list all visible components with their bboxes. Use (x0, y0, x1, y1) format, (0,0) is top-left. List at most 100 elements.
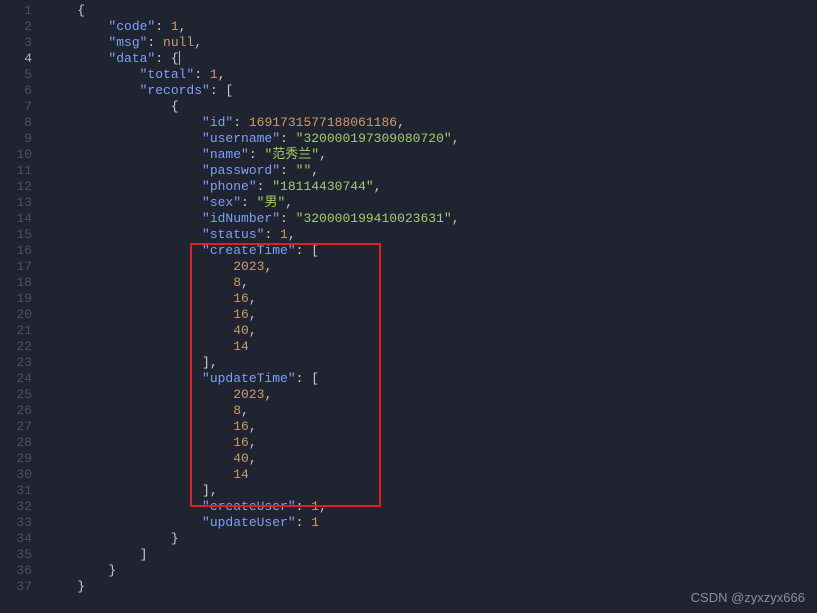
line-number: 31 (0, 483, 32, 499)
line-number: 26 (0, 403, 32, 419)
code-token: 1691731577188061186 (249, 115, 397, 130)
code-line[interactable]: "updateTime": [ (46, 371, 817, 387)
code-line[interactable]: 16, (46, 435, 817, 451)
code-token: : (296, 499, 312, 514)
code-token: : (280, 211, 296, 226)
code-area[interactable]: { "code": 1, "msg": null, "data": { "tot… (46, 0, 817, 613)
code-line[interactable]: "data": { (46, 51, 817, 67)
code-token: } (46, 531, 179, 546)
code-line[interactable]: "msg": null, (46, 35, 817, 51)
line-number: 36 (0, 563, 32, 579)
code-token: "records" (46, 83, 210, 98)
line-number: 2 (0, 19, 32, 35)
code-token: , (285, 195, 293, 210)
code-line[interactable]: 8, (46, 403, 817, 419)
code-token: 16 (46, 307, 249, 322)
code-line[interactable]: 2023, (46, 259, 817, 275)
code-token: "phone" (46, 179, 257, 194)
code-token: "username" (46, 131, 280, 146)
code-line[interactable]: 16, (46, 419, 817, 435)
code-token: null (163, 35, 194, 50)
code-token: , (194, 35, 202, 50)
code-line[interactable]: } (46, 531, 817, 547)
code-token: , (264, 259, 272, 274)
code-token: 1 (311, 499, 319, 514)
line-number: 7 (0, 99, 32, 115)
code-line[interactable]: 16, (46, 291, 817, 307)
code-line[interactable]: 14 (46, 467, 817, 483)
code-token: 8 (46, 275, 241, 290)
code-line[interactable]: 40, (46, 451, 817, 467)
code-token: "id" (46, 115, 233, 130)
code-token: "范秀兰" (264, 147, 319, 162)
code-token: , (452, 211, 460, 226)
code-line[interactable]: ], (46, 483, 817, 499)
line-number: 25 (0, 387, 32, 403)
line-number: 14 (0, 211, 32, 227)
code-token: , (249, 323, 257, 338)
code-token: : [ (296, 243, 319, 258)
line-number: 8 (0, 115, 32, 131)
code-token: "男" (257, 195, 286, 210)
code-token: , (264, 387, 272, 402)
code-token: , (179, 19, 187, 34)
code-line[interactable]: "createTime": [ (46, 243, 817, 259)
code-line[interactable]: 8, (46, 275, 817, 291)
code-line[interactable]: { (46, 99, 817, 115)
code-token: , (241, 403, 249, 418)
line-number: 4 (0, 51, 32, 67)
code-token: : [ (296, 371, 319, 386)
line-number: 32 (0, 499, 32, 515)
line-number: 17 (0, 259, 32, 275)
line-number: 34 (0, 531, 32, 547)
code-token: , (241, 275, 249, 290)
code-token: "sex" (46, 195, 241, 210)
code-line[interactable]: "idNumber": "320000199410023631", (46, 211, 817, 227)
code-token: 16 (46, 291, 249, 306)
code-editor[interactable]: 1234567891011121314151617181920212223242… (0, 0, 817, 613)
code-token: , (249, 291, 257, 306)
code-line[interactable]: "records": [ (46, 83, 817, 99)
code-line[interactable]: "code": 1, (46, 19, 817, 35)
code-token: "updateTime" (46, 371, 296, 386)
code-token: ], (46, 355, 218, 370)
code-line[interactable]: 40, (46, 323, 817, 339)
code-token: : (155, 19, 171, 34)
line-number-gutter: 1234567891011121314151617181920212223242… (0, 0, 46, 613)
code-line[interactable]: "sex": "男", (46, 195, 817, 211)
code-line[interactable]: "updateUser": 1 (46, 515, 817, 531)
code-line[interactable]: } (46, 563, 817, 579)
line-number: 16 (0, 243, 32, 259)
line-number: 1 (0, 3, 32, 19)
code-line[interactable]: "username": "320000197309080720", (46, 131, 817, 147)
code-line[interactable]: "status": 1, (46, 227, 817, 243)
code-line[interactable]: "phone": "18114430744", (46, 179, 817, 195)
code-token: "" (296, 163, 312, 178)
code-token: : (280, 163, 296, 178)
line-number: 6 (0, 83, 32, 99)
code-line[interactable]: 14 (46, 339, 817, 355)
code-line[interactable]: "createUser": 1, (46, 499, 817, 515)
code-line[interactable]: "name": "范秀兰", (46, 147, 817, 163)
code-token: 1 (280, 227, 288, 242)
code-token: : (257, 179, 273, 194)
code-token: , (288, 227, 296, 242)
code-token: , (452, 131, 460, 146)
code-line[interactable]: { (46, 3, 817, 19)
code-line[interactable]: 2023, (46, 387, 817, 403)
code-line[interactable]: "total": 1, (46, 67, 817, 83)
code-line[interactable]: ], (46, 355, 817, 371)
code-line[interactable]: "id": 1691731577188061186, (46, 115, 817, 131)
code-line[interactable]: "password": "", (46, 163, 817, 179)
code-token: 16 (46, 435, 249, 450)
code-token: 8 (46, 403, 241, 418)
code-line[interactable]: 16, (46, 307, 817, 323)
code-token: , (249, 307, 257, 322)
code-token: , (397, 115, 405, 130)
code-token: "data" (46, 51, 155, 66)
code-token: 40 (46, 323, 249, 338)
line-number: 13 (0, 195, 32, 211)
code-token: ] (46, 547, 147, 562)
line-number: 29 (0, 451, 32, 467)
code-line[interactable]: ] (46, 547, 817, 563)
